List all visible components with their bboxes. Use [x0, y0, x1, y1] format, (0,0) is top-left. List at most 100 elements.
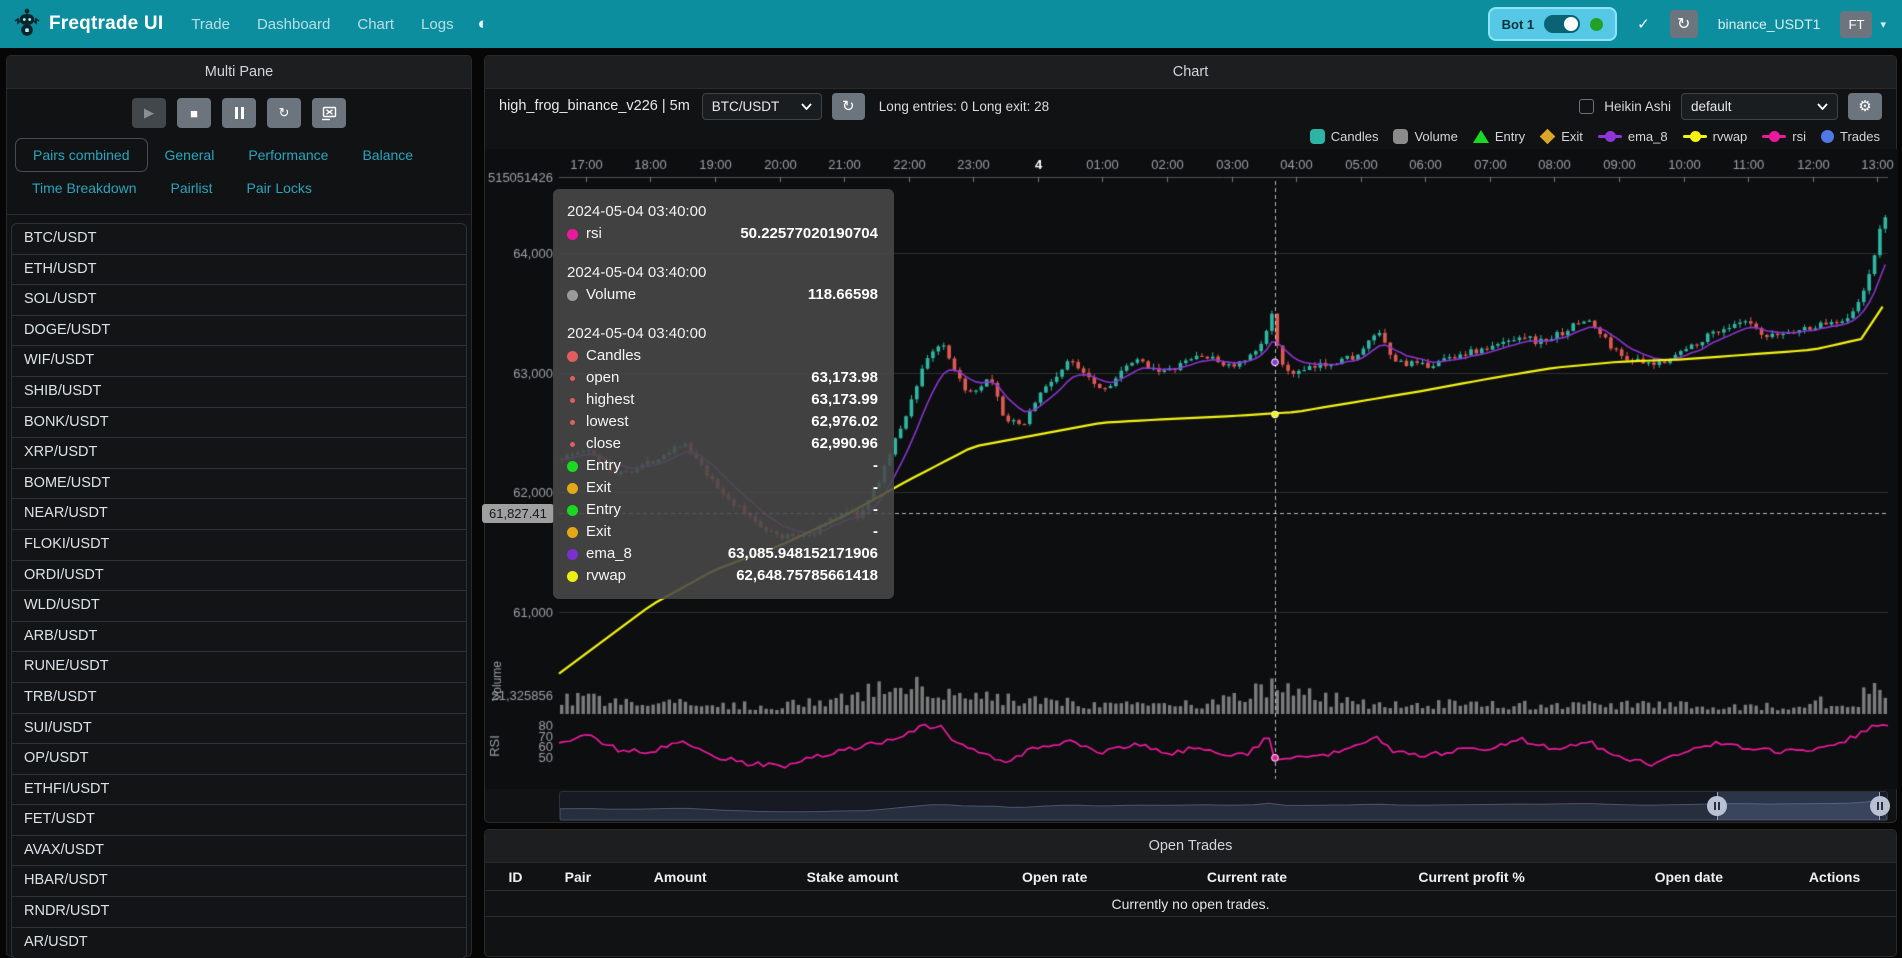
rvwap-line-icon [1683, 131, 1707, 142]
bot-toggle[interactable] [1544, 15, 1580, 33]
user-avatar[interactable]: FT [1840, 11, 1872, 38]
pair-item-bonk[interactable]: BONK/USDT [12, 408, 466, 439]
pair-item-near[interactable]: NEAR/USDT [12, 499, 466, 530]
pair-item-ethfi[interactable]: ETHFI/USDT [12, 775, 466, 806]
legend-rsi[interactable]: rsi [1762, 129, 1806, 144]
tab-performance[interactable]: Performance [231, 139, 345, 171]
legend-entry[interactable]: Entry [1473, 129, 1525, 144]
bot-selector[interactable]: Bot 1 [1488, 7, 1618, 41]
pair-item-rndr[interactable]: RNDR/USDT [12, 897, 466, 928]
datazoom-window[interactable] [1717, 792, 1880, 820]
pair-item-avax[interactable]: AVAX/USDT [12, 836, 466, 867]
legend-rvwap[interactable]: rvwap [1683, 129, 1748, 144]
series-dot-icon [567, 290, 578, 301]
tooltip-series-label: lowest [586, 411, 629, 433]
heikin-ashi-checkbox[interactable] [1579, 99, 1594, 114]
tooltip-series-value: 50.22577020190704 [740, 223, 878, 245]
stop-button[interactable]: ■ [177, 98, 211, 128]
pair-item-eth[interactable]: ETH/USDT [12, 255, 466, 286]
datazoom-handle-right[interactable] [1870, 796, 1890, 816]
pair-item-sui[interactable]: SUI/USDT [12, 714, 466, 745]
pair-item-ar[interactable]: AR/USDT [12, 928, 466, 958]
tooltip-section: 2024-05-04 03:40:00rsi50.22577020190704 [567, 201, 878, 245]
column-header-id[interactable]: ID [493, 869, 538, 885]
tab-pair-locks[interactable]: Pair Locks [230, 172, 329, 204]
plot-config-select[interactable]: default [1681, 93, 1838, 120]
pair-item-hbar[interactable]: HBAR/USDT [12, 866, 466, 897]
pair-item-xrp[interactable]: XRP/USDT [12, 438, 466, 469]
brand[interactable]: Freqtrade UI [14, 8, 163, 41]
pair-item-shib[interactable]: SHIB/USDT [12, 377, 466, 408]
tooltip-series-value: 63,173.98 [811, 367, 878, 389]
legend-volume[interactable]: Volume [1393, 129, 1457, 144]
column-header-stake-amount[interactable]: Stake amount [743, 869, 963, 885]
pair-item-sol[interactable]: SOL/USDT [12, 285, 466, 316]
pair-item-rune[interactable]: RUNE/USDT [12, 652, 466, 683]
pair-item-bome[interactable]: BOME/USDT [12, 469, 466, 500]
tooltip-series-label: Entry [586, 455, 621, 477]
tab-balance[interactable]: Balance [345, 139, 430, 171]
bot-name: Bot 1 [1502, 17, 1535, 32]
nav-item-logs[interactable]: Logs [421, 16, 454, 33]
pair-item-op[interactable]: OP/USDT [12, 744, 466, 775]
tab-general[interactable]: General [148, 139, 232, 171]
pair-item-floki[interactable]: FLOKI/USDT [12, 530, 466, 561]
tooltip-row: close62,990.96 [567, 433, 878, 455]
pair-item-arb[interactable]: ARB/USDT [12, 622, 466, 653]
column-header-current-rate[interactable]: Current rate [1147, 869, 1347, 885]
column-header-current-profit--[interactable]: Current profit % [1347, 869, 1597, 885]
pair-item-btc[interactable]: BTC/USDT [12, 224, 466, 255]
legend-trades[interactable]: Trades [1821, 129, 1880, 144]
force-exit-button[interactable] [312, 98, 346, 128]
plot-settings-button[interactable]: ⚙ [1848, 93, 1882, 120]
tooltip-row: Entry- [567, 499, 878, 521]
theme-toggle-icon[interactable]: ◐ [478, 14, 488, 34]
column-header-amount[interactable]: Amount [618, 869, 743, 885]
series-dot-icon [570, 398, 575, 403]
pair-item-doge[interactable]: DOGE/USDT [12, 316, 466, 347]
pair-item-trb[interactable]: TRB/USDT [12, 683, 466, 714]
column-header-open-date[interactable]: Open date [1596, 869, 1781, 885]
column-header-actions[interactable]: Actions [1781, 869, 1888, 885]
reload-data-button[interactable]: ↻ [1670, 10, 1698, 38]
pair-item-ordi[interactable]: ORDI/USDT [12, 561, 466, 592]
chart-panel: Chart high_frog_binance_v226 | 5m BTC/US… [484, 55, 1897, 823]
stop-icon: ■ [190, 106, 198, 121]
ema_8-line-icon [1598, 131, 1622, 142]
tab-time-breakdown[interactable]: Time Breakdown [15, 172, 154, 204]
tab-pairs-combined[interactable]: Pairs combined [15, 138, 148, 172]
chart-refresh-button[interactable]: ↻ [832, 93, 865, 120]
tooltip-row: Volume118.66598 [567, 284, 878, 306]
candles-legend-icon [1310, 129, 1325, 144]
tab-pairlist[interactable]: Pairlist [154, 172, 230, 204]
legend-ema_8[interactable]: ema_8 [1598, 129, 1668, 144]
tooltip-series-label: Candles [586, 345, 641, 367]
brand-title: Freqtrade UI [49, 13, 163, 35]
legend-candles[interactable]: Candles [1310, 129, 1379, 144]
tooltip-series-label: highest [586, 389, 634, 411]
pause-button[interactable] [222, 98, 256, 128]
pair-select[interactable]: BTC/USDT [702, 93, 822, 120]
legend-label: Trades [1840, 129, 1880, 144]
nav-item-chart[interactable]: Chart [357, 16, 394, 33]
pair-item-wif[interactable]: WIF/USDT [12, 346, 466, 377]
datazoom-slider[interactable] [559, 791, 1888, 821]
series-dot-icon [567, 527, 578, 538]
nav-item-trade[interactable]: Trade [191, 16, 230, 33]
trades-circle-icon [1821, 130, 1834, 143]
user-menu-caret-icon[interactable]: ▾ [1880, 18, 1886, 31]
pair-item-fet[interactable]: FET/USDT [12, 805, 466, 836]
column-header-pair[interactable]: Pair [538, 869, 618, 885]
reload-button[interactable]: ↻ [267, 98, 301, 128]
column-header-open-rate[interactable]: Open rate [962, 869, 1147, 885]
tooltip-row: rsi50.22577020190704 [567, 223, 878, 245]
datazoom-handle-left[interactable] [1707, 796, 1727, 816]
chart-toolbar: high_frog_binance_v226 | 5m BTC/USDT ↻ L… [485, 89, 1896, 123]
tooltip-series-label: open [586, 367, 619, 389]
chart-body: 61,827.41 2024-05-04 03:40:00rsi50.22577… [485, 149, 1896, 824]
nav-item-dashboard[interactable]: Dashboard [257, 16, 330, 33]
tooltip-series-value: 62,648.75785661418 [736, 565, 878, 587]
legend-exit[interactable]: Exit [1540, 129, 1583, 144]
exit-diamond-icon [1540, 128, 1556, 144]
pair-item-wld[interactable]: WLD/USDT [12, 591, 466, 622]
